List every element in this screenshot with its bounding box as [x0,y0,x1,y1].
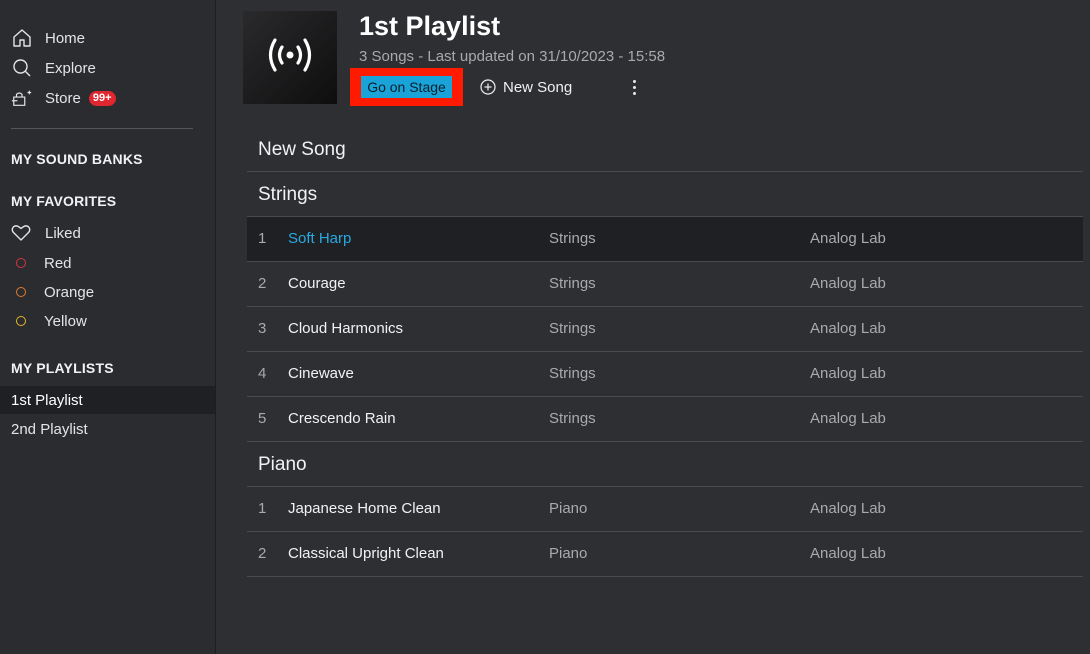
song-bank: Analog Lab [810,320,886,337]
favorite-orange-label: Orange [44,283,95,301]
group-strings[interactable]: Strings [247,173,1083,217]
song-bank: Analog Lab [810,275,886,292]
playlists-heading: MY PLAYLISTS [11,360,114,376]
favorite-orange[interactable]: Orange [11,281,94,303]
song-row[interactable]: 2 Classical Upright Clean Piano Analog L… [247,532,1083,577]
song-row[interactable]: 1 Soft Harp Strings Analog Lab [247,217,1083,262]
sidebar-playlist-2nd[interactable]: 2nd Playlist [0,415,215,443]
favorites-heading: MY FAVORITES [11,193,117,209]
song-number: 5 [258,410,267,427]
song-number: 1 [258,230,267,247]
song-category: Piano [549,545,588,562]
song-name: Classical Upright Clean [288,545,444,562]
favorite-yellow-label: Yellow [44,312,87,330]
search-icon [11,57,33,79]
playlist-title: 1st Playlist [359,11,501,41]
favorite-liked-label: Liked [45,224,81,242]
nav-explore-label: Explore [45,59,96,77]
song-bank: Analog Lab [810,365,886,382]
sidebar-divider [11,128,193,129]
home-icon [11,27,33,49]
store-badge: 99+ [88,90,116,106]
song-name: Courage [288,275,346,292]
song-number: 3 [258,320,267,337]
plus-circle-icon [480,79,496,95]
song-number: 4 [258,365,267,382]
song-row[interactable]: 5 Crescendo Rain Strings Analog Lab [247,397,1083,442]
song-category: Piano [549,500,588,517]
new-song-button[interactable]: New Song [480,77,572,97]
song-number: 2 [258,275,267,292]
sound-banks-heading[interactable]: MY SOUND BANKS [11,151,143,167]
playlist-subtitle: 3 Songs - Last updated on 31/10/2023 - 1… [359,48,666,65]
nav-store[interactable]: Store 99+ [11,86,116,110]
favorite-red[interactable]: Red [11,252,72,274]
yellow-dot-icon [16,316,26,326]
nav-explore[interactable]: Explore [11,56,96,80]
sidebar: Home Explore Store 99+ MY SOUND BANKS MY… [0,0,216,654]
song-bank: Analog Lab [810,230,886,247]
song-bank: Analog Lab [810,545,886,562]
favorite-liked[interactable]: Liked [11,222,81,244]
song-category: Strings [549,365,596,382]
song-name: Cloud Harmonics [288,320,404,337]
song-name: Japanese Home Clean [288,500,441,517]
favorite-yellow[interactable]: Yellow [11,310,87,332]
song-bank: Analog Lab [810,410,886,427]
more-options-icon[interactable] [626,77,642,97]
new-song-label: New Song [503,78,573,96]
nav-home-label: Home [45,29,86,47]
group-piano[interactable]: Piano [247,443,1083,487]
orange-dot-icon [16,287,26,297]
store-icon [11,87,33,109]
song-row[interactable]: 4 Cinewave Strings Analog Lab [247,352,1083,397]
song-category: Strings [549,230,596,247]
playlist-cover [243,11,337,104]
go-on-stage-button[interactable]: Go on Stage [361,76,452,98]
red-dot-icon [16,258,26,268]
song-name: Cinewave [288,365,354,382]
song-name: Soft Harp [288,230,352,247]
song-bank: Analog Lab [810,500,886,517]
song-number: 2 [258,545,267,562]
song-category: Strings [549,410,596,427]
nav-store-label: Store [45,89,81,107]
sidebar-playlist-1st[interactable]: 1st Playlist [0,386,215,414]
song-category: Strings [549,275,596,292]
favorite-red-label: Red [44,254,72,272]
song-row[interactable]: 3 Cloud Harmonics Strings Analog Lab [247,307,1083,352]
group-new-song[interactable]: New Song [247,128,1083,172]
song-category: Strings [549,320,596,337]
song-row[interactable]: 1 Japanese Home Clean Piano Analog Lab [247,487,1083,532]
heart-icon [11,224,33,242]
song-name: Crescendo Rain [288,410,396,427]
go-on-stage-highlight: Go on Stage [350,68,463,106]
song-row[interactable]: 2 Courage Strings Analog Lab [247,262,1083,307]
broadcast-icon [264,35,316,80]
song-number: 1 [258,500,267,517]
nav-home[interactable]: Home [11,26,85,50]
